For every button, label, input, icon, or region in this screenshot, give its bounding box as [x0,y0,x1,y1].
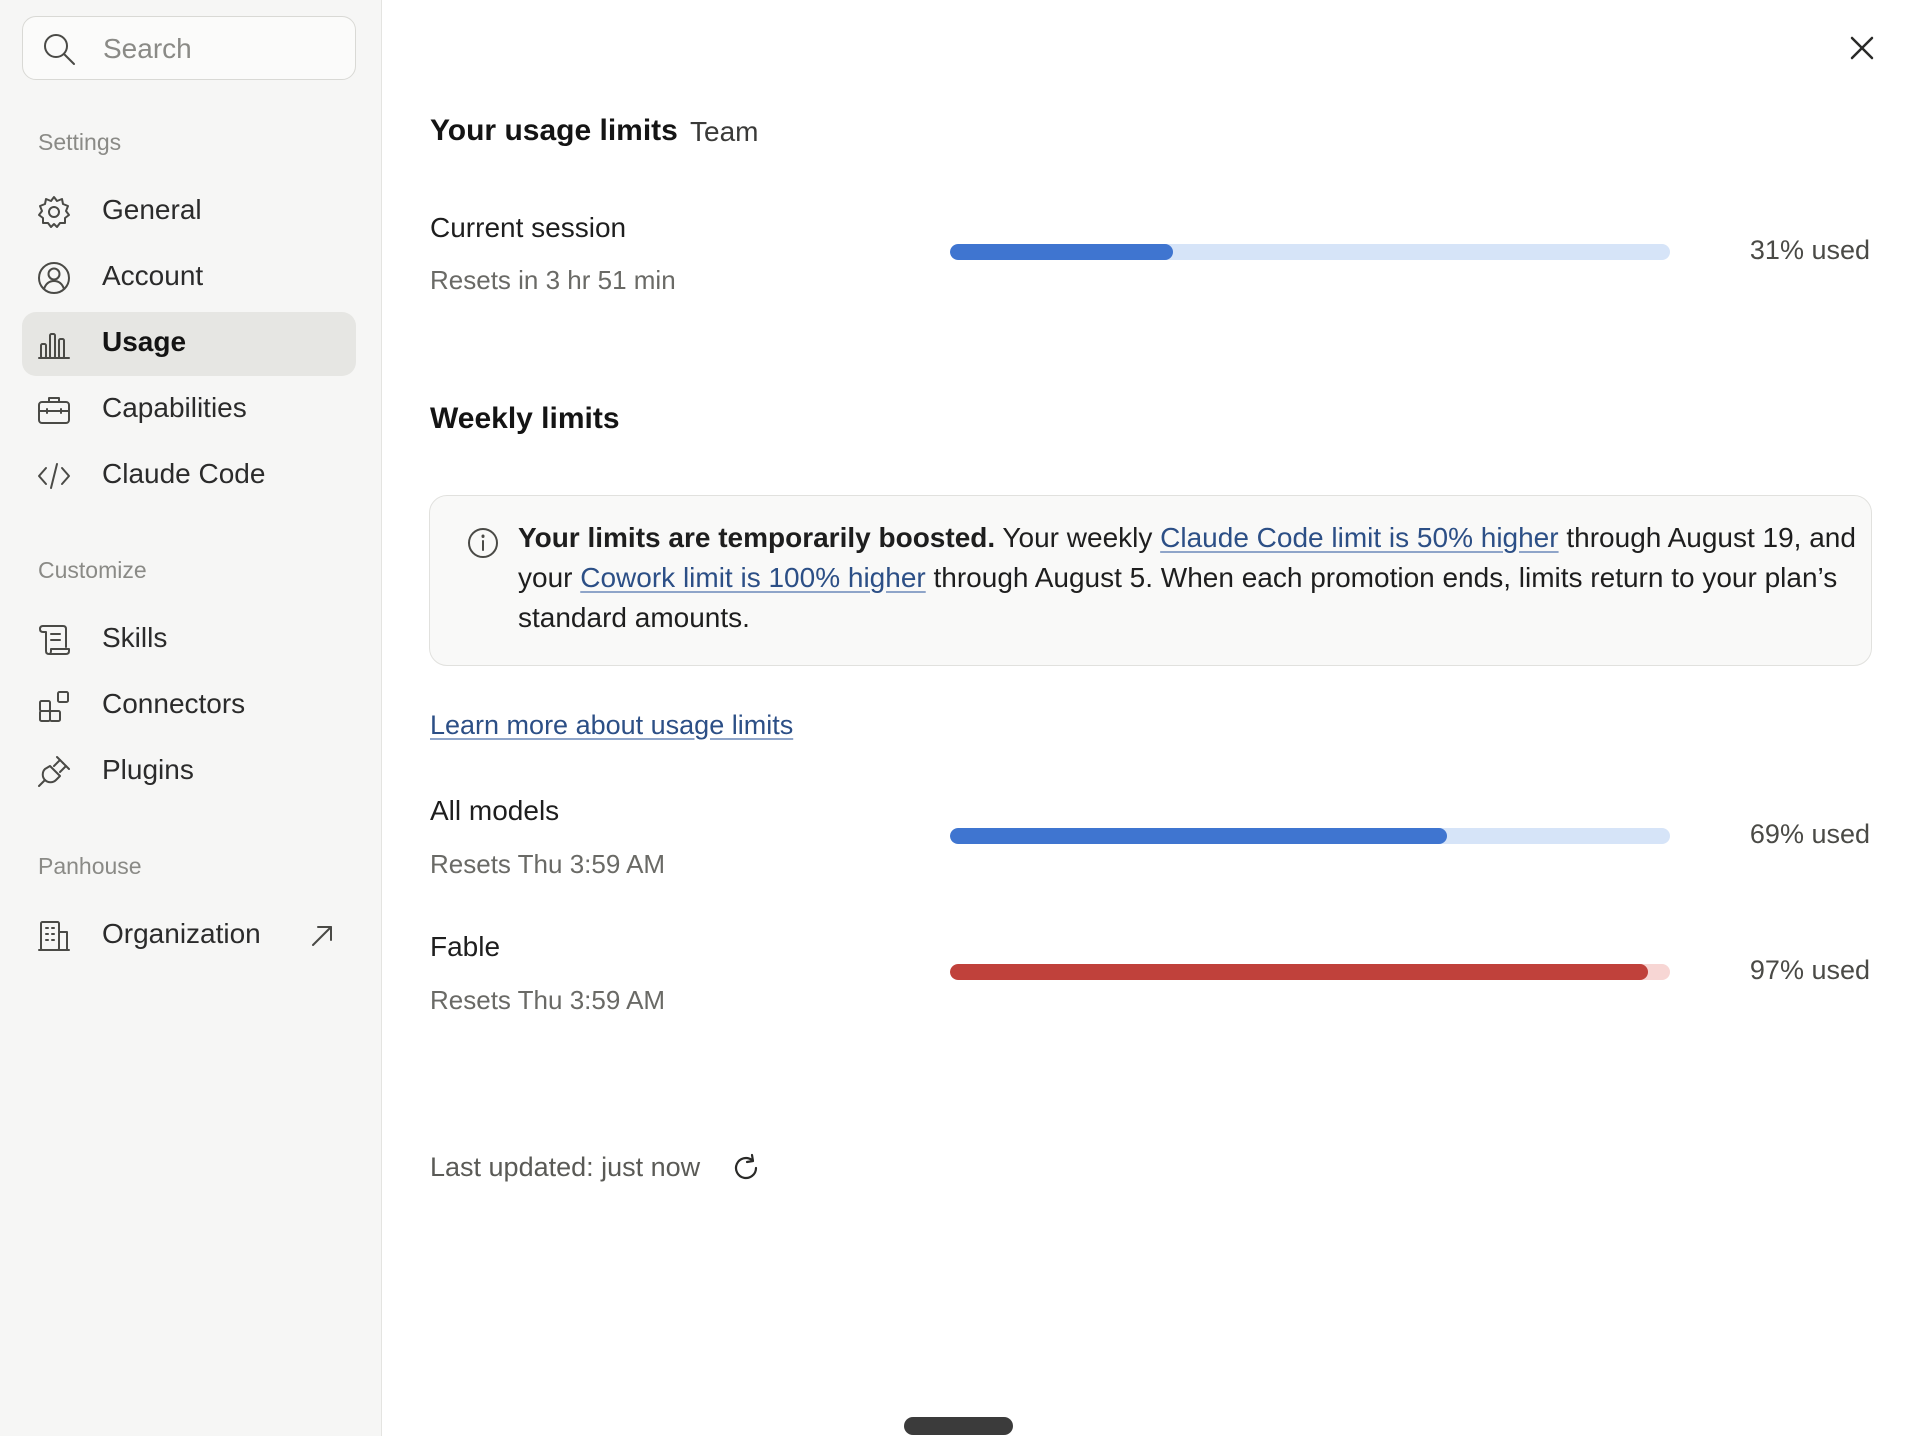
settings-window: Search Settings General Account Usage Ca… [0,0,1916,1436]
sidebar-item-label: Usage [102,326,187,357]
all-models-reset: Resets Thu 3:59 AM [430,849,666,879]
search-icon [44,34,75,65]
progress-fill [950,964,1649,980]
sidebar-item-label: Account [102,260,204,291]
bar-chart-icon [38,333,70,359]
code-icon [38,463,70,489]
current-session-title: Current session [430,212,627,243]
page-title: Your usage limits [430,114,678,147]
gear-icon [38,196,70,228]
current-session-percent: 31% used [1749,235,1870,265]
sidebar-item-label: Organization [102,918,261,949]
sidebar-item-plugins[interactable]: Plugins [22,740,356,804]
building-icon [38,921,70,951]
fable-title: Fable [430,931,501,962]
blocks-icon [39,691,69,722]
boost-notice: Your limits are temporarily boosted. You… [429,495,1872,666]
external-link-icon [312,926,332,946]
claude-code-limit-link[interactable]: Claude Code limit is 50% higher [1160,522,1558,553]
sidebar: Search Settings General Account Usage Ca… [0,0,382,1436]
sidebar-item-general[interactable]: General [22,180,356,244]
user-circle-icon [38,262,70,294]
progress-fill [950,244,1174,260]
sidebar-item-label: Capabilities [102,392,247,423]
current-session-progress-bar [950,244,1670,260]
scroll-icon [39,625,70,655]
last-updated-text: Last updated: just now [430,1152,701,1182]
sidebar-item-capabilities[interactable]: Capabilities [22,378,356,442]
fable-percent: 97% used [1749,955,1870,985]
all-models-percent: 69% used [1749,819,1870,849]
boost-notice-text-1: Your weekly [995,522,1161,553]
section-label-customize: Customize [38,557,147,583]
close-icon[interactable] [1842,28,1882,68]
progress-fill [950,828,1447,844]
learn-more-link[interactable]: Learn more about usage limits [430,710,793,741]
sidebar-item-usage[interactable]: Usage [22,312,356,376]
sidebar-item-organization[interactable]: Organization [22,904,356,968]
current-session-reset: Resets in 3 hr 51 min [430,265,676,295]
refresh-icon[interactable] [730,1152,762,1184]
sidebar-item-label: Connectors [102,688,246,719]
resize-handle[interactable] [904,1417,1013,1435]
fable-progress-bar [950,964,1670,980]
sidebar-item-label: Claude Code [102,458,266,489]
all-models-title: All models [430,795,560,826]
info-icon [468,528,498,558]
section-label-settings: Settings [38,129,122,155]
briefcase-icon [38,397,70,424]
sidebar-item-connectors[interactable]: Connectors [22,674,356,738]
boost-notice-text: Your limits are temporarily boosted. You… [518,518,1858,638]
weekly-limits-heading: Weekly limits [430,402,620,435]
boost-notice-bold: Your limits are temporarily boosted. [518,522,996,553]
sidebar-item-label: General [102,194,202,225]
search-input[interactable]: Search [22,16,356,80]
sidebar-item-label: Plugins [102,754,194,785]
sidebar-item-label: Skills [102,622,168,653]
sidebar-item-claude-code[interactable]: Claude Code [22,444,356,508]
sidebar-item-skills[interactable]: Skills [22,608,356,672]
all-models-progress-bar [950,828,1670,844]
search-placeholder: Search [103,33,192,64]
sidebar-item-account[interactable]: Account [22,246,356,310]
fable-reset: Resets Thu 3:59 AM [430,985,666,1015]
plan-badge: Team [690,116,759,147]
section-label-panhouse: Panhouse [38,853,142,879]
plug-icon [38,756,70,787]
cowork-limit-link[interactable]: Cowork limit is 100% higher [580,562,925,593]
